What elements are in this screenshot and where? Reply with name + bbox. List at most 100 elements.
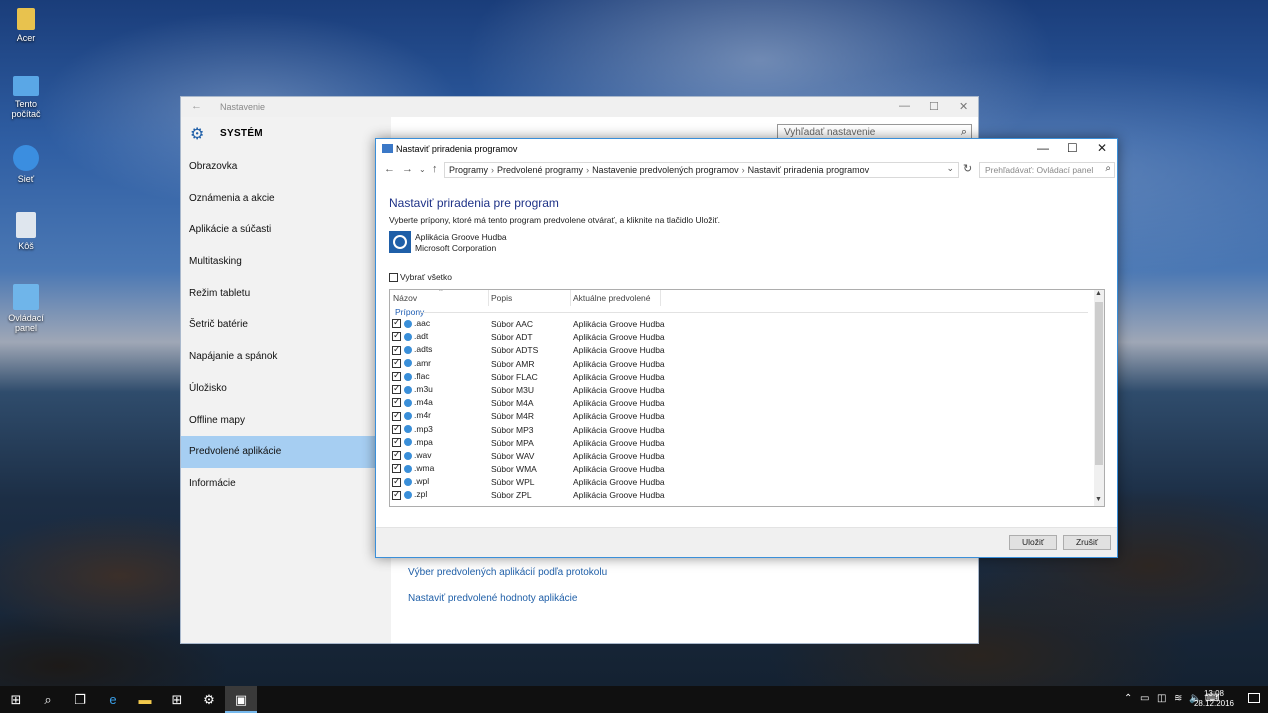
- desktop-icon-network[interactable]: Sieť: [0, 145, 52, 184]
- close-button[interactable]: ✕: [959, 100, 968, 113]
- nav-item-oznamenia[interactable]: Oznámenia a akcie: [181, 183, 391, 215]
- row-checkbox[interactable]: [392, 330, 401, 342]
- windows-logo-icon: ⊞: [10, 692, 22, 707]
- row-checkbox[interactable]: [392, 357, 401, 368]
- up-arrow-icon[interactable]: ↑: [432, 163, 438, 175]
- desktop-icon-this-pc[interactable]: Tento počítač: [0, 76, 52, 119]
- nav-item-obrazovka[interactable]: Obrazovka: [181, 151, 391, 183]
- table-row[interactable]: .wpl Súbor WPL Aplikácia Groove Hudba: [390, 475, 1090, 488]
- refresh-icon[interactable]: ↻: [963, 162, 972, 175]
- address-bar[interactable]: Programy › Predvolené programy › Nastavenie …: [444, 162, 959, 178]
- store-button[interactable]: ⊞: [161, 686, 193, 713]
- row-checkbox[interactable]: [392, 436, 401, 447]
- nav-item-offline-mapy[interactable]: Offline mapy: [181, 405, 391, 437]
- battery-icon[interactable]: ▭: [1140, 693, 1149, 704]
- control-panel-taskbar-button[interactable]: ▣: [225, 686, 257, 713]
- table-row[interactable]: .wav Súbor WAV Aplikácia Groove Hudba: [390, 449, 1090, 462]
- column-divider[interactable]: [660, 290, 661, 306]
- column-divider[interactable]: [488, 290, 489, 306]
- scrollbar-thumb[interactable]: [1095, 302, 1103, 465]
- table-row[interactable]: .m3u Súbor M3U Aplikácia Groove Hudba: [390, 383, 1090, 396]
- column-header-name[interactable]: Názov: [393, 293, 417, 303]
- row-checkbox[interactable]: [392, 317, 401, 329]
- vertical-scrollbar[interactable]: ▲ ▼: [1094, 290, 1104, 506]
- settings-taskbar-button[interactable]: ⚙: [193, 686, 225, 713]
- breadcrumb-set-associations[interactable]: Nastaviť priradenia programov: [748, 165, 869, 175]
- table-row[interactable]: .zpl Súbor ZPL Aplikácia Groove Hudba: [390, 488, 1090, 501]
- row-checkbox[interactable]: [392, 423, 401, 434]
- nav-item-setric-baterie[interactable]: Šetrič batérie: [181, 309, 391, 341]
- row-current-default: Aplikácia Groove Hudba: [573, 398, 665, 409]
- search-placeholder: Vyhľadať nastavenie: [784, 127, 876, 138]
- back-arrow-icon[interactable]: ←: [384, 163, 395, 175]
- row-checkbox[interactable]: [392, 383, 401, 395]
- breadcrumb-set-defaults[interactable]: Nastavenie predvolených programov: [592, 165, 739, 175]
- nav-item-predvolene-aplikacie[interactable]: Predvolené aplikácie: [181, 436, 391, 468]
- column-header-description[interactable]: Popis: [491, 293, 512, 303]
- link-app-defaults[interactable]: Nastaviť predvolené hodnoty aplikácie: [408, 593, 577, 604]
- scroll-down-icon[interactable]: ▼: [1095, 496, 1102, 503]
- extension-label: .mpa: [414, 436, 433, 447]
- table-row[interactable]: .amr Súbor AMR Aplikácia Groove Hudba: [390, 357, 1090, 370]
- table-row[interactable]: .mpa Súbor MPA Aplikácia Groove Hudba: [390, 436, 1090, 449]
- row-checkbox[interactable]: [392, 489, 401, 500]
- row-checkbox[interactable]: [392, 370, 401, 381]
- desktop-icon-acer[interactable]: Acer: [0, 8, 52, 43]
- recent-dropdown-icon[interactable]: ⌄: [419, 165, 426, 174]
- edge-button[interactable]: e: [97, 686, 129, 713]
- table-row[interactable]: .m4r Súbor M4R Aplikácia Groove Hudba: [390, 409, 1090, 422]
- save-button[interactable]: Uložiť: [1009, 535, 1057, 550]
- table-row[interactable]: .m4a Súbor M4A Aplikácia Groove Hudba: [390, 396, 1090, 409]
- row-checkbox[interactable]: [392, 344, 401, 355]
- table-row[interactable]: .flac Súbor FLAC Aplikácia Groove Hudba: [390, 370, 1090, 383]
- nav-item-informacie[interactable]: Informácie: [181, 468, 391, 500]
- table-row[interactable]: .adt Súbor ADT Aplikácia Groove Hudba: [390, 330, 1090, 343]
- chevron-down-icon[interactable]: ⌄: [946, 163, 954, 174]
- nav-item-aplikacie[interactable]: Aplikácie a súčasti: [181, 214, 391, 246]
- nav-item-rezim-tabletu[interactable]: Režim tabletu: [181, 278, 391, 310]
- chevron-up-icon[interactable]: ⌃: [1124, 693, 1132, 704]
- network-tray-icon[interactable]: ◫: [1157, 693, 1166, 704]
- start-button[interactable]: ⊞: [0, 686, 32, 713]
- checkbox-icon[interactable]: [389, 273, 398, 283]
- back-arrow-icon[interactable]: ←: [191, 100, 202, 112]
- cancel-button[interactable]: Zrušiť: [1063, 535, 1111, 550]
- minimize-button[interactable]: —: [1037, 141, 1049, 155]
- column-divider[interactable]: [570, 290, 571, 306]
- column-header-current-default[interactable]: Aktuálne predvolené: [573, 293, 651, 303]
- breadcrumb-programs[interactable]: Programy: [449, 165, 488, 175]
- search-button[interactable]: ⌕: [32, 686, 64, 713]
- desktop-icon-recycle-bin[interactable]: Kôš: [0, 212, 52, 251]
- maximize-button[interactable]: ☐: [929, 100, 939, 113]
- table-row[interactable]: .adts Súbor ADTS Aplikácia Groove Hudba: [390, 343, 1090, 356]
- row-checkbox[interactable]: [392, 396, 401, 408]
- close-button[interactable]: ✕: [1097, 141, 1107, 155]
- row-checkbox[interactable]: [392, 410, 401, 421]
- row-description: Súbor WAV: [491, 450, 535, 461]
- table-row[interactable]: .aac Súbor AAC Aplikácia Groove Hudba: [390, 317, 1090, 330]
- table-row[interactable]: .mp3 Súbor MP3 Aplikácia Groove Hudba: [390, 423, 1090, 436]
- desktop-icon-control-panel[interactable]: Ovládací panel: [0, 284, 52, 333]
- file-explorer-button[interactable]: ▬: [129, 686, 161, 713]
- nav-item-multitasking[interactable]: Multitasking: [181, 246, 391, 278]
- nav-item-napajanie[interactable]: Napájanie a spánok: [181, 341, 391, 373]
- wifi-icon[interactable]: ≋: [1174, 693, 1182, 704]
- control-panel-search-input[interactable]: Prehľadávať: Ovládací panel ⌕: [979, 162, 1115, 178]
- maximize-button[interactable]: ☐: [1067, 141, 1078, 155]
- row-description: Súbor ZPL: [491, 490, 532, 501]
- row-checkbox[interactable]: [392, 462, 401, 474]
- row-checkbox[interactable]: [392, 449, 401, 461]
- notifications-icon[interactable]: [1248, 693, 1260, 703]
- nav-item-ulozisko[interactable]: Úložisko: [181, 373, 391, 405]
- task-view-button[interactable]: ❐: [64, 686, 96, 713]
- link-protocol-defaults[interactable]: Výber predvolených aplikácií podľa proto…: [408, 567, 607, 578]
- table-row[interactable]: .wma Súbor WMA Aplikácia Groove Hudba: [390, 462, 1090, 475]
- forward-arrow-icon[interactable]: →: [402, 163, 413, 175]
- row-checkbox[interactable]: [392, 476, 401, 487]
- select-all-checkbox[interactable]: Vybrať všetko: [389, 272, 452, 283]
- clock[interactable]: 13:08 28.12.2016: [1194, 689, 1234, 709]
- minimize-button[interactable]: —: [899, 100, 910, 112]
- extensions-list[interactable]: Názov ⌃ Popis Aktuálne predvolené Prípon…: [389, 289, 1105, 507]
- breadcrumb-default-programs[interactable]: Predvolené programy: [497, 165, 583, 175]
- scroll-up-icon[interactable]: ▲: [1095, 290, 1102, 297]
